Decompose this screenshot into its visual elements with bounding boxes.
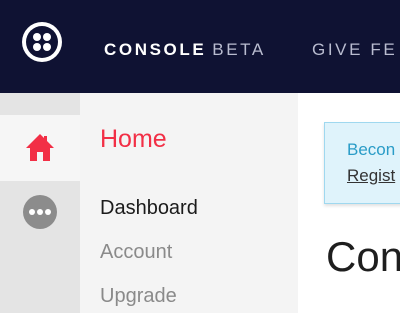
console-label: CONSOLE [104,40,207,59]
main-content: Becon Regist Con [298,93,400,313]
banner-title: Becon [347,140,396,159]
console-nav-link[interactable]: CONSOLE BETA [104,40,266,60]
logo-dot [33,43,41,51]
more-icon [23,195,57,229]
logo-dot [43,43,51,51]
sidebar-title-home[interactable]: Home [100,125,167,154]
section-sidebar: Home Dashboard Account Upgrade [80,93,298,313]
sidebar-item-upgrade[interactable]: Upgrade [100,285,177,308]
banner-register-link[interactable]: Regist [347,166,395,186]
home-icon [26,134,54,161]
sidebar-item-account[interactable]: Account [100,241,172,264]
top-navigation-bar: CONSOLE BETA GIVE FE [0,0,400,93]
info-banner: Becon Regist [324,122,400,204]
page-title: Con [326,233,400,280]
rail-item-home[interactable] [0,115,80,181]
logo-dot [43,33,51,41]
sidebar-item-dashboard[interactable]: Dashboard [100,197,198,220]
logo-inner [26,26,58,58]
give-feedback-link[interactable]: GIVE FE [312,40,397,60]
logo-dot [33,33,41,41]
icon-rail [0,93,80,313]
beta-label: BETA [212,40,266,59]
rail-item-more[interactable] [0,181,80,247]
twilio-logo-icon[interactable] [22,22,62,62]
